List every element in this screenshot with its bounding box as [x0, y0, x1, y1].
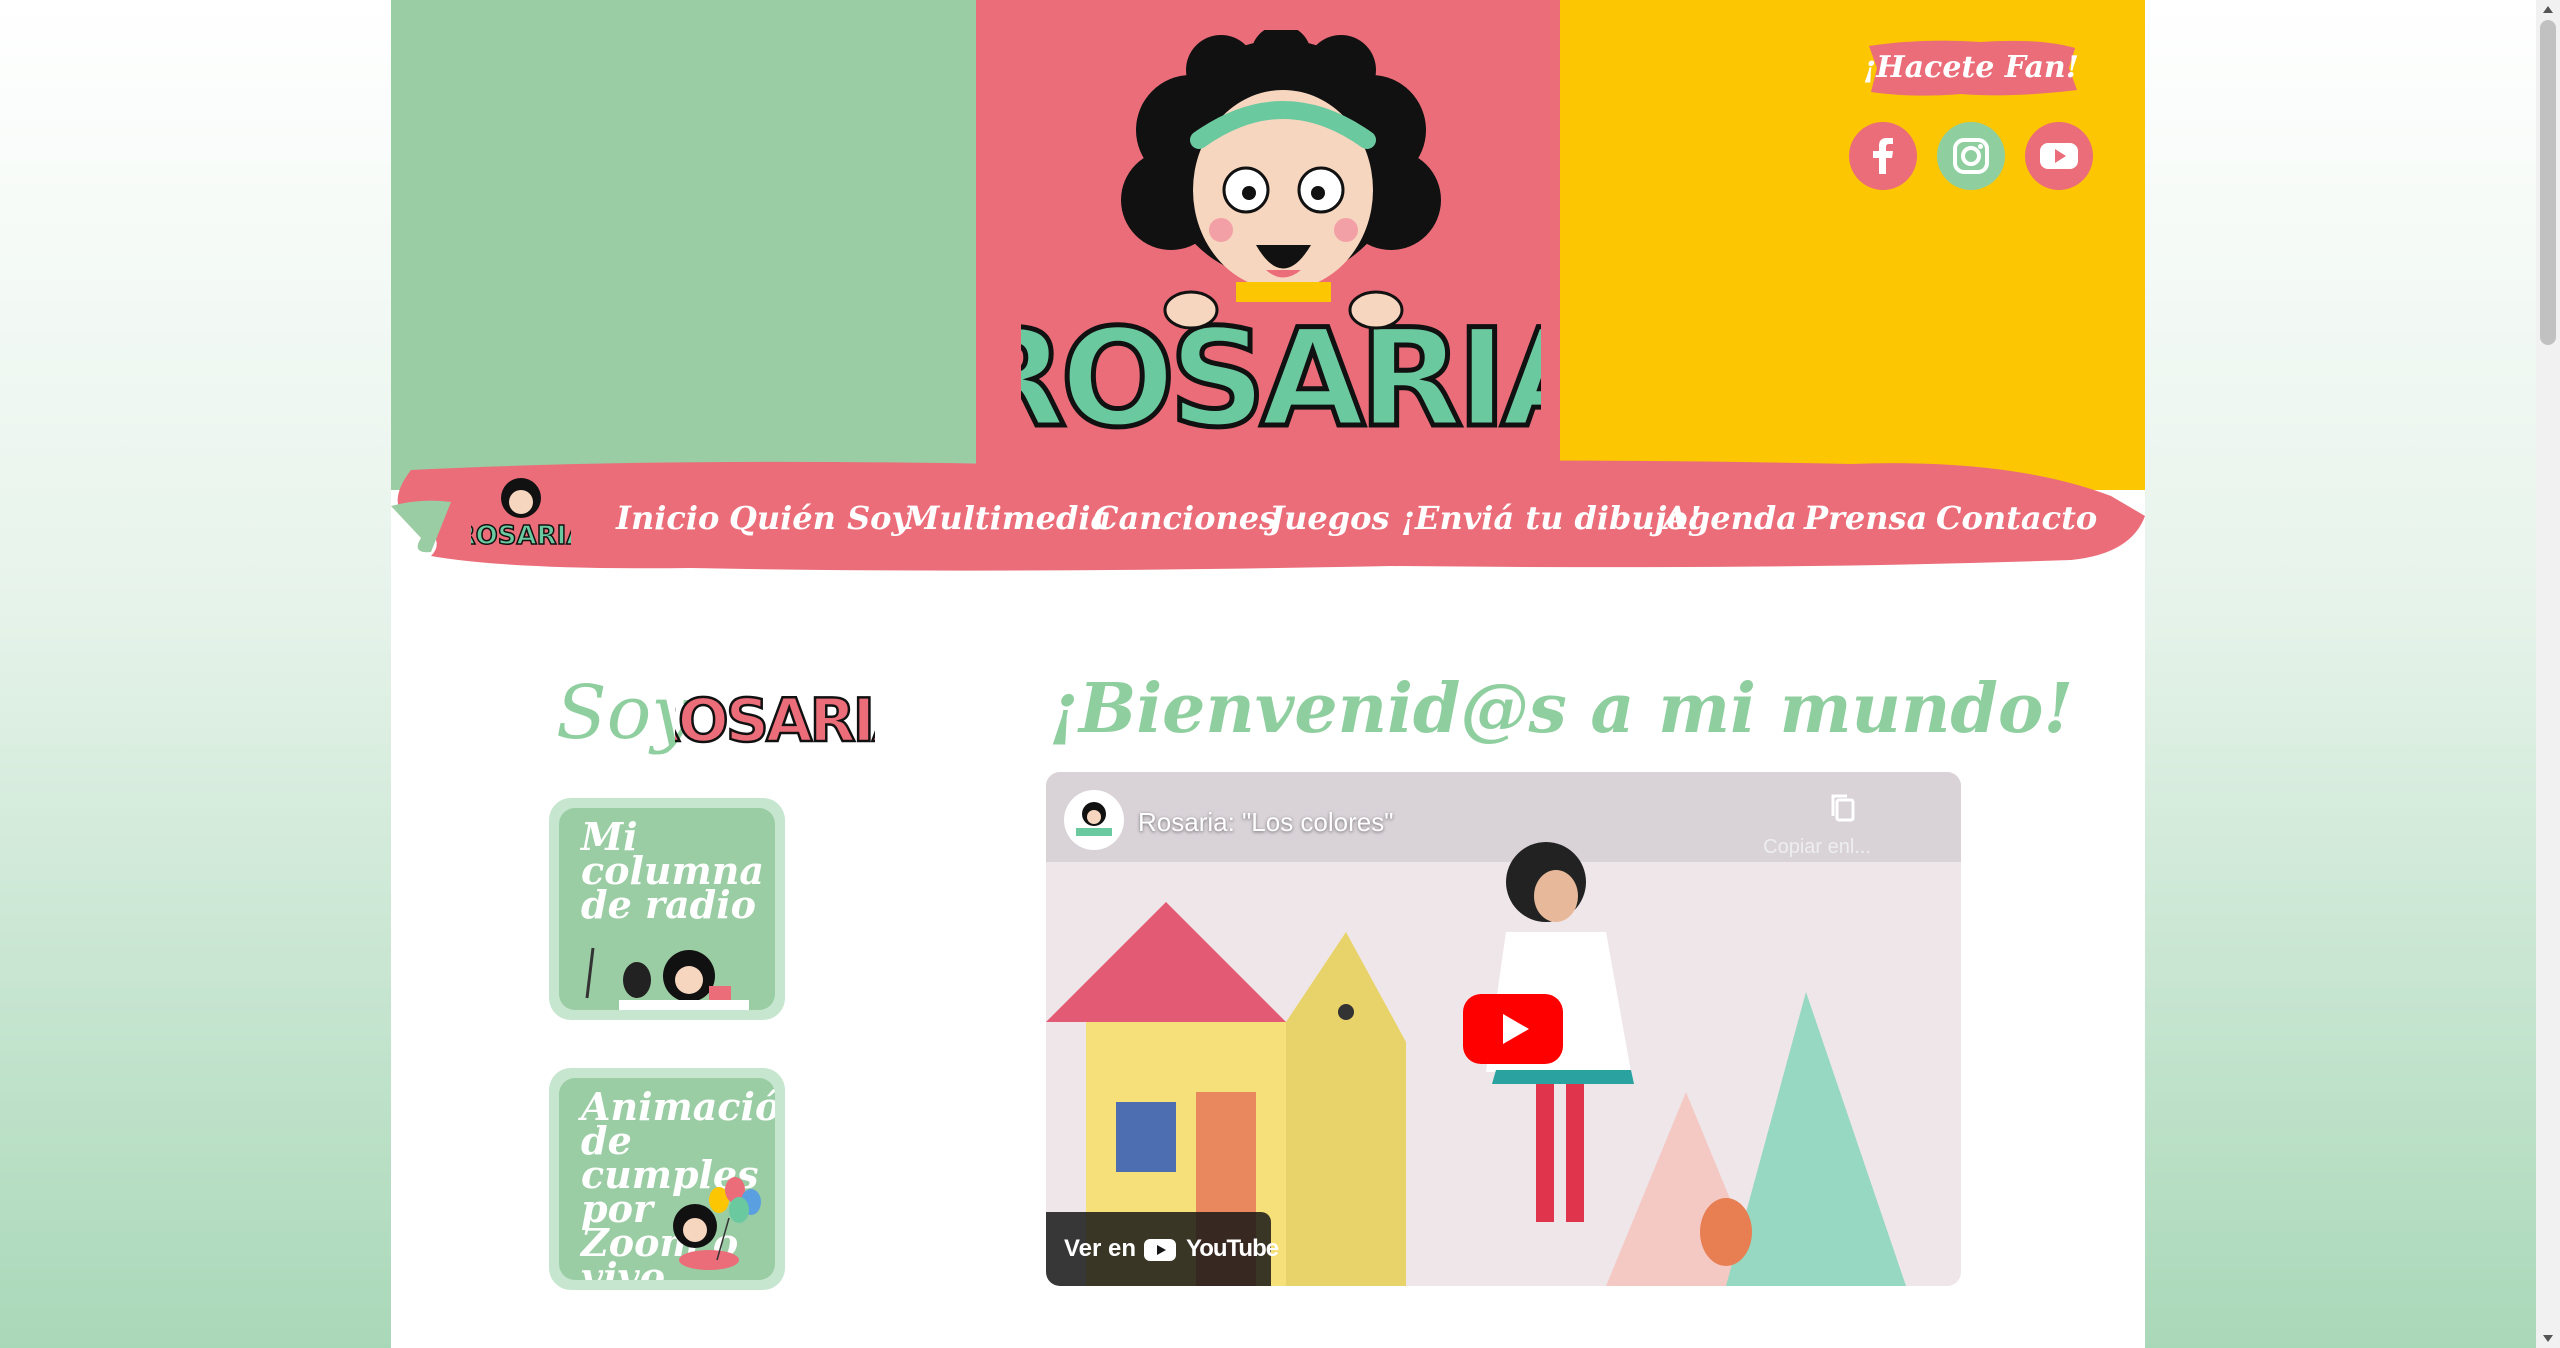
facebook-icon: [1873, 138, 1893, 174]
nav-item-quien-soy[interactable]: Quién Soy: [729, 478, 910, 558]
page-container: ROSARIA ¡Hacete Fan!: [391, 0, 2145, 1348]
nav-item-multimedia[interactable]: Multimedia: [904, 478, 1111, 558]
page-scrollbar[interactable]: [2536, 0, 2560, 1348]
nav-item-juegos[interactable]: Juegos: [1269, 478, 1390, 558]
birthday-animation-card[interactable]: Animación de cumples por Zoom o vivo: [549, 1068, 785, 1290]
instagram-icon: [1953, 138, 1989, 174]
video-title[interactable]: Rosaria: "Los colores": [1138, 804, 1393, 840]
nav-item-agenda[interactable]: Agenda: [1663, 478, 1797, 558]
copy-link-icon[interactable]: [1813, 790, 1873, 830]
rosaria-mini-logo: ROSARIA: [455, 478, 587, 552]
svg-text:ROSARIA: ROSARIA: [1021, 300, 1541, 450]
radio-column-card[interactable]: Mi columna de radio: [549, 798, 785, 1020]
youtube-link[interactable]: [2025, 122, 2093, 190]
youtube-icon: [2040, 143, 2078, 169]
copy-link-label[interactable]: Copiar enl...: [1763, 836, 1871, 859]
scroll-thumb[interactable]: [2540, 20, 2556, 345]
nav-item-canciones[interactable]: Canciones: [1093, 478, 1277, 558]
facebook-link[interactable]: [1849, 122, 1917, 190]
radio-illustration: [585, 947, 749, 1010]
header-green-panel: [391, 0, 976, 490]
svg-text:ROSARIA: ROSARIA: [675, 686, 875, 755]
welcome-heading: ¡Bienvenid@s a mi mundo!: [1049, 669, 2074, 749]
nav-item-prensa[interactable]: Prensa: [1804, 478, 1927, 558]
nav-item-envia-tu-dibujo[interactable]: ¡Enviá tu dibujo!: [1401, 478, 1702, 558]
channel-avatar[interactable]: [1064, 790, 1124, 850]
channel-avatar-image: [1066, 792, 1122, 848]
watch-on-youtube-button[interactable]: Ver en YouTube: [1046, 1212, 1279, 1286]
sidebar-title-text: Soy: [556, 670, 694, 756]
nav-item-contacto[interactable]: Contacto: [1936, 478, 2097, 558]
sidebar-rosaria-wordmark: ROSARIA: [675, 685, 875, 755]
scroll-down-arrow-icon[interactable]: [2542, 1332, 2554, 1344]
nav-home-logo[interactable]: ROSARIA: [455, 472, 587, 552]
svg-text:ROSARIA: ROSARIA: [471, 521, 571, 551]
card-body: Mi columna de radio: [559, 808, 775, 1010]
youtube-wordmark: YouTube: [1186, 1235, 1279, 1262]
balloons-illustration: [673, 1177, 761, 1270]
card-body: Animación de cumples por Zoom o vivo: [559, 1078, 775, 1280]
youtube-logo-icon: [1144, 1239, 1176, 1261]
watch-on-label: Ver en: [1064, 1235, 1137, 1262]
youtube-video-embed[interactable]: Rosaria: "Los colores" Copiar enl... Ver…: [1046, 772, 1961, 1286]
play-button-icon[interactable]: [1463, 994, 1563, 1064]
nav-item-inicio[interactable]: Inicio: [616, 478, 719, 558]
instagram-link[interactable]: [1937, 122, 2005, 190]
fan-label: ¡Hacete Fan!: [1863, 50, 2079, 85]
scroll-up-arrow-icon[interactable]: [2542, 4, 2554, 16]
rosaria-logo[interactable]: ROSARIA: [1021, 30, 1541, 450]
fan-badge[interactable]: ¡Hacete Fan!: [1861, 36, 2081, 100]
